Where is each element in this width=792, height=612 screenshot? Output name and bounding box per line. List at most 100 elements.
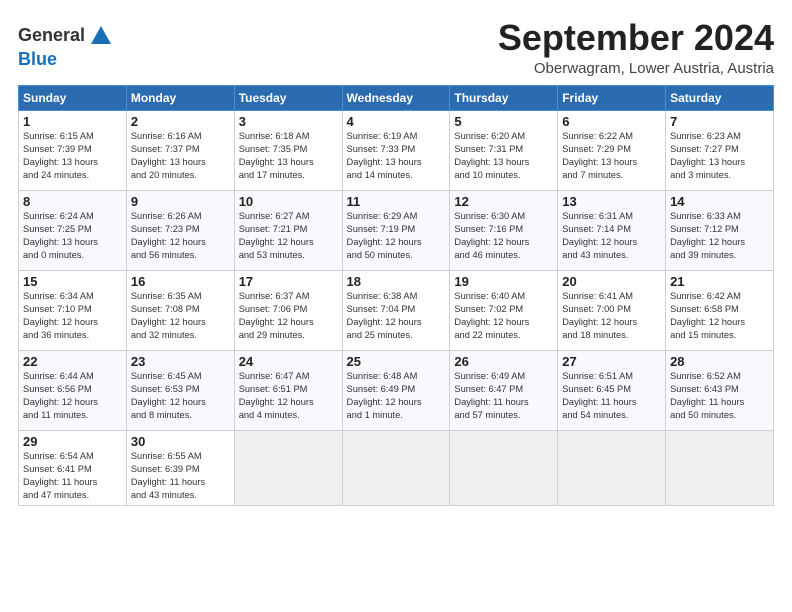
table-row: 4Sunrise: 6:19 AMSunset: 7:33 PMDaylight… bbox=[342, 110, 450, 190]
table-row: 13Sunrise: 6:31 AMSunset: 7:14 PMDayligh… bbox=[558, 190, 666, 270]
day-number: 17 bbox=[239, 274, 338, 289]
logo-general: General bbox=[18, 26, 85, 46]
table-row: 11Sunrise: 6:29 AMSunset: 7:19 PMDayligh… bbox=[342, 190, 450, 270]
day-number: 9 bbox=[131, 194, 230, 209]
cell-details: Sunrise: 6:49 AMSunset: 6:47 PMDaylight:… bbox=[454, 370, 553, 422]
cell-details: Sunrise: 6:19 AMSunset: 7:33 PMDaylight:… bbox=[347, 130, 446, 182]
table-row bbox=[450, 430, 558, 505]
cell-details: Sunrise: 6:55 AMSunset: 6:39 PMDaylight:… bbox=[131, 450, 230, 502]
logo-blue: Blue bbox=[18, 50, 115, 70]
cell-details: Sunrise: 6:42 AMSunset: 6:58 PMDaylight:… bbox=[670, 290, 769, 342]
header: General Blue September 2024 Oberwagram, … bbox=[18, 18, 774, 77]
day-number: 16 bbox=[131, 274, 230, 289]
day-number: 30 bbox=[131, 434, 230, 449]
cell-details: Sunrise: 6:40 AMSunset: 7:02 PMDaylight:… bbox=[454, 290, 553, 342]
day-number: 21 bbox=[670, 274, 769, 289]
day-number: 4 bbox=[347, 114, 446, 129]
day-number: 14 bbox=[670, 194, 769, 209]
day-number: 28 bbox=[670, 354, 769, 369]
day-number: 8 bbox=[23, 194, 122, 209]
header-thursday: Thursday bbox=[450, 85, 558, 110]
header-wednesday: Wednesday bbox=[342, 85, 450, 110]
day-number: 26 bbox=[454, 354, 553, 369]
table-row: 19Sunrise: 6:40 AMSunset: 7:02 PMDayligh… bbox=[450, 270, 558, 350]
cell-details: Sunrise: 6:45 AMSunset: 6:53 PMDaylight:… bbox=[131, 370, 230, 422]
table-row: 21Sunrise: 6:42 AMSunset: 6:58 PMDayligh… bbox=[666, 270, 774, 350]
day-number: 19 bbox=[454, 274, 553, 289]
day-number: 5 bbox=[454, 114, 553, 129]
header-sunday: Sunday bbox=[19, 85, 127, 110]
table-row: 25Sunrise: 6:48 AMSunset: 6:49 PMDayligh… bbox=[342, 350, 450, 430]
day-number: 15 bbox=[23, 274, 122, 289]
cell-details: Sunrise: 6:51 AMSunset: 6:45 PMDaylight:… bbox=[562, 370, 661, 422]
table-row: 15Sunrise: 6:34 AMSunset: 7:10 PMDayligh… bbox=[19, 270, 127, 350]
cell-details: Sunrise: 6:20 AMSunset: 7:31 PMDaylight:… bbox=[454, 130, 553, 182]
table-row: 30Sunrise: 6:55 AMSunset: 6:39 PMDayligh… bbox=[126, 430, 234, 505]
day-number: 6 bbox=[562, 114, 661, 129]
table-row: 1Sunrise: 6:15 AMSunset: 7:39 PMDaylight… bbox=[19, 110, 127, 190]
cell-details: Sunrise: 6:22 AMSunset: 7:29 PMDaylight:… bbox=[562, 130, 661, 182]
day-number: 18 bbox=[347, 274, 446, 289]
table-row bbox=[666, 430, 774, 505]
cell-details: Sunrise: 6:44 AMSunset: 6:56 PMDaylight:… bbox=[23, 370, 122, 422]
cell-details: Sunrise: 6:54 AMSunset: 6:41 PMDaylight:… bbox=[23, 450, 122, 502]
cell-details: Sunrise: 6:27 AMSunset: 7:21 PMDaylight:… bbox=[239, 210, 338, 262]
day-number: 7 bbox=[670, 114, 769, 129]
cell-details: Sunrise: 6:52 AMSunset: 6:43 PMDaylight:… bbox=[670, 370, 769, 422]
table-row: 28Sunrise: 6:52 AMSunset: 6:43 PMDayligh… bbox=[666, 350, 774, 430]
table-row: 18Sunrise: 6:38 AMSunset: 7:04 PMDayligh… bbox=[342, 270, 450, 350]
day-number: 25 bbox=[347, 354, 446, 369]
cell-details: Sunrise: 6:30 AMSunset: 7:16 PMDaylight:… bbox=[454, 210, 553, 262]
cell-details: Sunrise: 6:18 AMSunset: 7:35 PMDaylight:… bbox=[239, 130, 338, 182]
header-tuesday: Tuesday bbox=[234, 85, 342, 110]
table-row: 27Sunrise: 6:51 AMSunset: 6:45 PMDayligh… bbox=[558, 350, 666, 430]
day-number: 10 bbox=[239, 194, 338, 209]
cell-details: Sunrise: 6:33 AMSunset: 7:12 PMDaylight:… bbox=[670, 210, 769, 262]
table-row: 2Sunrise: 6:16 AMSunset: 7:37 PMDaylight… bbox=[126, 110, 234, 190]
table-row: 23Sunrise: 6:45 AMSunset: 6:53 PMDayligh… bbox=[126, 350, 234, 430]
table-row: 9Sunrise: 6:26 AMSunset: 7:23 PMDaylight… bbox=[126, 190, 234, 270]
cell-details: Sunrise: 6:24 AMSunset: 7:25 PMDaylight:… bbox=[23, 210, 122, 262]
title-area: September 2024 Oberwagram, Lower Austria… bbox=[498, 18, 774, 77]
cell-details: Sunrise: 6:35 AMSunset: 7:08 PMDaylight:… bbox=[131, 290, 230, 342]
table-row: 7Sunrise: 6:23 AMSunset: 7:27 PMDaylight… bbox=[666, 110, 774, 190]
location: Oberwagram, Lower Austria, Austria bbox=[498, 60, 774, 77]
cell-details: Sunrise: 6:29 AMSunset: 7:19 PMDaylight:… bbox=[347, 210, 446, 262]
day-number: 3 bbox=[239, 114, 338, 129]
table-row: 24Sunrise: 6:47 AMSunset: 6:51 PMDayligh… bbox=[234, 350, 342, 430]
table-row: 22Sunrise: 6:44 AMSunset: 6:56 PMDayligh… bbox=[19, 350, 127, 430]
cell-details: Sunrise: 6:47 AMSunset: 6:51 PMDaylight:… bbox=[239, 370, 338, 422]
day-number: 2 bbox=[131, 114, 230, 129]
day-number: 27 bbox=[562, 354, 661, 369]
day-number: 22 bbox=[23, 354, 122, 369]
table-row: 8Sunrise: 6:24 AMSunset: 7:25 PMDaylight… bbox=[19, 190, 127, 270]
day-number: 20 bbox=[562, 274, 661, 289]
cell-details: Sunrise: 6:41 AMSunset: 7:00 PMDaylight:… bbox=[562, 290, 661, 342]
cell-details: Sunrise: 6:31 AMSunset: 7:14 PMDaylight:… bbox=[562, 210, 661, 262]
day-number: 24 bbox=[239, 354, 338, 369]
table-row: 16Sunrise: 6:35 AMSunset: 7:08 PMDayligh… bbox=[126, 270, 234, 350]
table-row: 3Sunrise: 6:18 AMSunset: 7:35 PMDaylight… bbox=[234, 110, 342, 190]
header-friday: Friday bbox=[558, 85, 666, 110]
table-row: 12Sunrise: 6:30 AMSunset: 7:16 PMDayligh… bbox=[450, 190, 558, 270]
cell-details: Sunrise: 6:48 AMSunset: 6:49 PMDaylight:… bbox=[347, 370, 446, 422]
table-row: 10Sunrise: 6:27 AMSunset: 7:21 PMDayligh… bbox=[234, 190, 342, 270]
day-number: 11 bbox=[347, 194, 446, 209]
table-row bbox=[342, 430, 450, 505]
calendar-page: General Blue September 2024 Oberwagram, … bbox=[0, 0, 792, 516]
day-number: 13 bbox=[562, 194, 661, 209]
cell-details: Sunrise: 6:16 AMSunset: 7:37 PMDaylight:… bbox=[131, 130, 230, 182]
logo: General Blue bbox=[18, 22, 115, 70]
day-number: 23 bbox=[131, 354, 230, 369]
header-saturday: Saturday bbox=[666, 85, 774, 110]
table-row: 14Sunrise: 6:33 AMSunset: 7:12 PMDayligh… bbox=[666, 190, 774, 270]
calendar-table: Sunday Monday Tuesday Wednesday Thursday… bbox=[18, 85, 774, 506]
cell-details: Sunrise: 6:34 AMSunset: 7:10 PMDaylight:… bbox=[23, 290, 122, 342]
table-row: 5Sunrise: 6:20 AMSunset: 7:31 PMDaylight… bbox=[450, 110, 558, 190]
cell-details: Sunrise: 6:15 AMSunset: 7:39 PMDaylight:… bbox=[23, 130, 122, 182]
day-number: 29 bbox=[23, 434, 122, 449]
month-title: September 2024 bbox=[498, 18, 774, 58]
day-number: 1 bbox=[23, 114, 122, 129]
day-number: 12 bbox=[454, 194, 553, 209]
table-row: 29Sunrise: 6:54 AMSunset: 6:41 PMDayligh… bbox=[19, 430, 127, 505]
